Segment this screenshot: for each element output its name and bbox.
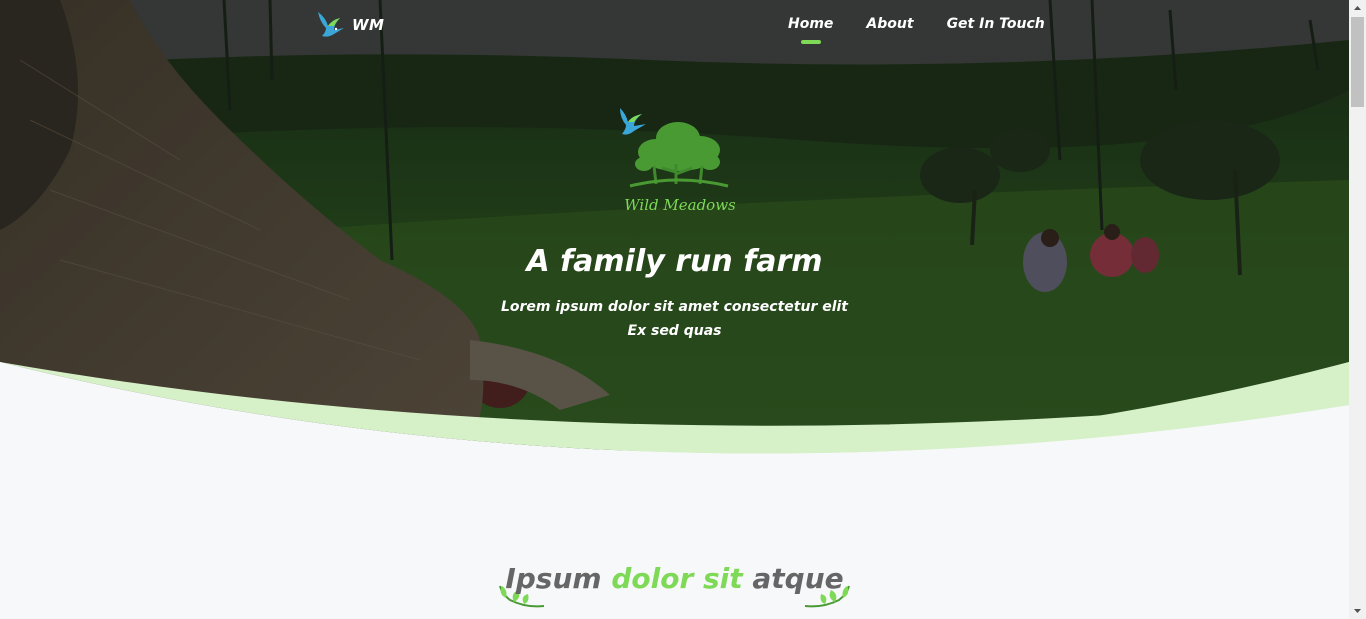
logo-text: Wild Meadows xyxy=(624,196,736,214)
nav-brand: WM xyxy=(352,16,385,34)
hero-subtitle-line-1: Lorem ipsum dolor sit amet consectetur e… xyxy=(500,299,849,315)
scroll-down-arrow-icon[interactable] xyxy=(1349,602,1366,619)
leaf-sprig-right-icon xyxy=(804,585,850,608)
scroll-up-arrow-icon[interactable] xyxy=(1349,0,1366,17)
section-title-highlight: dolor sit xyxy=(611,562,743,595)
hero-subtitle: Lorem ipsum dolor sit amet consectetur e… xyxy=(0,295,1349,343)
nav-item-home[interactable]: Home xyxy=(788,16,833,32)
nav-logo[interactable]: WM xyxy=(314,8,384,42)
hero-title: A family run farm xyxy=(526,244,823,279)
nav-item-get-in-touch[interactable]: Get In Touch xyxy=(947,16,1045,32)
page: WM Home About Get In Touch Wild Meadows … xyxy=(0,0,1349,619)
page-scrollbar[interactable] xyxy=(1349,0,1366,619)
scrollbar-thumb[interactable] xyxy=(1351,17,1364,107)
logo-graphic: Wild Meadows xyxy=(620,108,736,214)
section-title: Ipsum dolor sit atque xyxy=(0,562,1349,595)
wild-meadows-logo: Wild Meadows xyxy=(610,104,750,216)
hero-subtitle-line-2: Ex sed quas xyxy=(627,323,722,339)
section-title-part-1: Ipsum xyxy=(505,562,612,595)
nav-item-about[interactable]: About xyxy=(866,16,913,32)
hero-section: WM Home About Get In Touch Wild Meadows … xyxy=(0,0,1349,470)
main-nav: Home About Get In Touch xyxy=(788,16,1045,32)
hero-background-image xyxy=(0,0,1349,470)
hummingbird-icon xyxy=(318,12,344,37)
